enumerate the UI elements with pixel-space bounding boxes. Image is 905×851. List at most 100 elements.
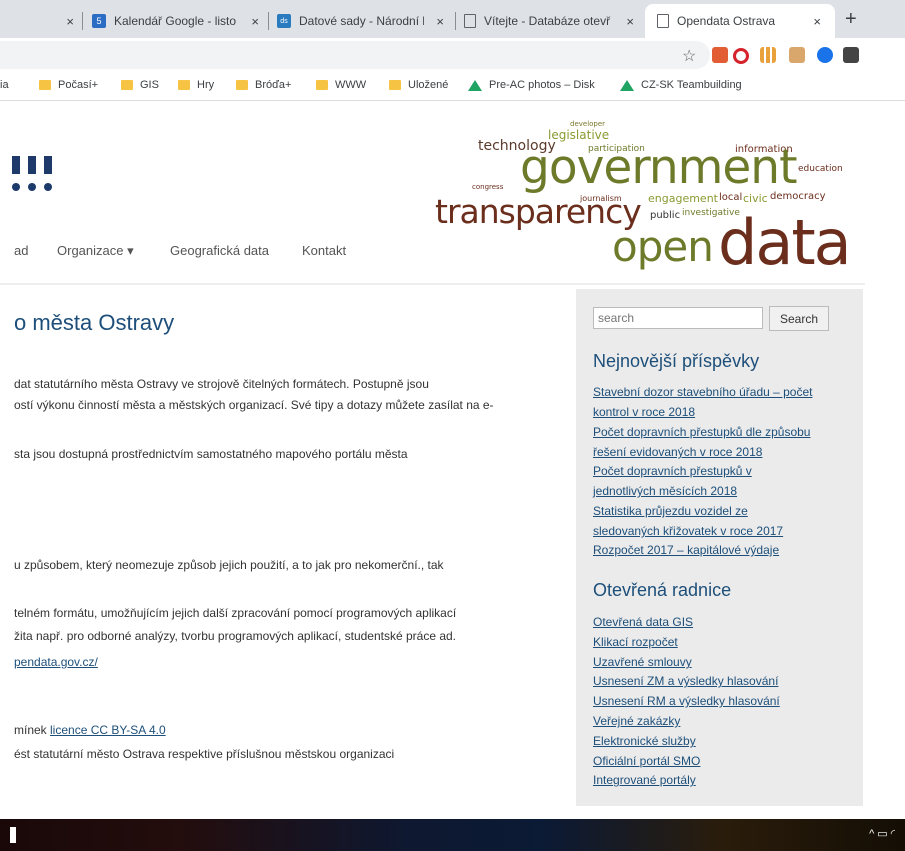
wordcloud-word: democracy bbox=[770, 191, 826, 202]
recent-posts-heading: Nejnovější příspěvky bbox=[593, 351, 760, 371]
licence-link[interactable]: licence CC BY-SA 4.0 bbox=[50, 723, 166, 737]
bookmark-label: Hry bbox=[197, 79, 215, 91]
open-city-hall-link[interactable]: Klikací rozpočet bbox=[593, 635, 678, 649]
extension-icon[interactable] bbox=[712, 47, 728, 63]
calendar-icon: 5 bbox=[92, 14, 106, 28]
nav-item-contact[interactable]: Kontakt bbox=[302, 243, 346, 258]
tab-title: Opendata Ostrava bbox=[677, 14, 776, 28]
open-city-hall-link[interactable]: Veřejné zakázky bbox=[593, 714, 680, 728]
opendata-link-row: pendata.gov.cz/ bbox=[14, 655, 98, 669]
wordcloud-word: local bbox=[719, 192, 743, 203]
search-input[interactable] bbox=[593, 307, 763, 329]
wordcloud-word: government bbox=[520, 140, 798, 195]
open-city-hall-link[interactable]: Oficiální portál SMO bbox=[593, 754, 700, 768]
wordcloud-word: education bbox=[798, 164, 843, 174]
extension-icon[interactable] bbox=[789, 47, 805, 63]
tab-datasets[interactable]: ds Datové sady - Národní k × bbox=[277, 4, 452, 38]
apps-grid-icon[interactable] bbox=[760, 47, 776, 63]
recent-post-link[interactable]: jednotlivých měsících 2018 bbox=[593, 484, 737, 498]
bookmarks-bar: ia Počasí+ GIS Hry Bróďa+ WWW Uložené Pr… bbox=[0, 72, 905, 101]
logo-dot bbox=[44, 183, 52, 191]
close-icon[interactable]: × bbox=[436, 14, 444, 29]
recent-post-link[interactable]: sledovaných křižovatek v roce 2017 bbox=[593, 524, 783, 538]
bookmark-star-icon[interactable]: ☆ bbox=[682, 46, 696, 66]
close-icon[interactable]: × bbox=[66, 14, 74, 29]
open-city-hall-link[interactable]: Uzavřené smlouvy bbox=[593, 655, 692, 669]
tab-opendata-ostrava[interactable]: Opendata Ostrava × bbox=[645, 4, 835, 38]
wordcloud-word: developer bbox=[570, 120, 606, 128]
close-icon[interactable]: × bbox=[251, 14, 259, 29]
tab-welcome-database[interactable]: Vítejte - Databáze otevř × bbox=[464, 4, 642, 38]
bookmark-folder[interactable]: Bróďa+ bbox=[236, 79, 291, 91]
bookmark-label: Bróďa+ bbox=[255, 79, 292, 91]
open-city-hall-link[interactable]: Otevřená data GIS bbox=[593, 615, 693, 629]
license-text: u způsobem, který neomezuje způsob jejic… bbox=[14, 558, 444, 572]
wordcloud-word: public bbox=[650, 210, 681, 221]
folder-icon bbox=[121, 80, 133, 90]
bookmark-label: Uložené bbox=[408, 79, 449, 91]
nav-item-partial[interactable]: ad bbox=[14, 243, 28, 258]
nav-item-organizations[interactable]: Organizace ▾ bbox=[57, 243, 134, 259]
bookmark-drive[interactable]: CZ-SK Teambuilding bbox=[620, 79, 742, 91]
intro-text: dat statutárního města Ostravy ve strojo… bbox=[14, 377, 429, 391]
usage-text: žita např. pro odborné analýzy, tvorbu p… bbox=[14, 629, 457, 643]
bookmark-label: Počasí+ bbox=[58, 79, 99, 91]
wordcloud-word: transparency bbox=[435, 192, 642, 231]
bookmark-folder[interactable]: GIS bbox=[121, 79, 159, 91]
wordcloud-word: open bbox=[612, 222, 714, 271]
recent-post-link[interactable]: Rozpočet 2017 – kapitálové výdaje bbox=[593, 543, 779, 557]
page-icon bbox=[657, 14, 669, 28]
recent-post-link[interactable]: Stavební dozor stavebního úřadu – počet bbox=[593, 385, 813, 399]
bookmark-drive[interactable]: Pre-AC photos – Disk bbox=[468, 79, 595, 91]
bookmark-label: GIS bbox=[140, 79, 159, 91]
nav-divider bbox=[0, 283, 865, 285]
nav-item-geographic-data[interactable]: Geografická data bbox=[170, 243, 269, 258]
recent-post-link[interactable]: Statistika průjezdu vozidel ze bbox=[593, 504, 748, 518]
tab-google-calendar[interactable]: 5 Kalendář Google - listo × bbox=[92, 4, 267, 38]
open-city-hall-link[interactable]: Usnesení RM a výsledky hlasování bbox=[593, 694, 780, 708]
tab-separator bbox=[268, 12, 269, 30]
open-city-hall-link[interactable]: Integrované portály bbox=[593, 773, 696, 787]
page-icon bbox=[464, 14, 476, 28]
recent-post-link[interactable]: řešení evidovaných v roce 2018 bbox=[593, 445, 762, 459]
opendata-gov-link[interactable]: pendata.gov.cz/ bbox=[14, 655, 98, 669]
tab-title: Vítejte - Databáze otevř bbox=[484, 14, 611, 28]
system-tray[interactable]: ^ ▭ ◜ bbox=[869, 827, 895, 840]
sidebar: Search Nejnovější příspěvky Stavební doz… bbox=[576, 289, 863, 806]
sync-icon[interactable] bbox=[817, 47, 833, 63]
bookmark-label: ia bbox=[0, 79, 9, 91]
recent-post-link[interactable]: Počet dopravních přestupků dle způsobu bbox=[593, 425, 810, 439]
tab-separator bbox=[82, 12, 83, 30]
extension-icon[interactable] bbox=[843, 47, 859, 63]
logo-bar bbox=[28, 156, 36, 174]
gis-text: sta jsou dostupná prostřednictvím samost… bbox=[14, 447, 408, 461]
close-icon[interactable]: × bbox=[813, 14, 821, 29]
recent-post-link[interactable]: kontrol v roce 2018 bbox=[593, 405, 695, 419]
bookmark-folder[interactable]: Hry bbox=[178, 79, 214, 91]
open-city-hall-link[interactable]: Elektronické služby bbox=[593, 734, 696, 748]
tab-partial[interactable]: × bbox=[0, 4, 80, 38]
bookmark-item[interactable]: ia bbox=[0, 79, 9, 91]
tab-separator bbox=[455, 12, 456, 30]
browser-toolbar: ☆ bbox=[0, 38, 905, 72]
format-text: telném formátu, umožňujícím jejich další… bbox=[14, 606, 457, 620]
bookmark-label: CZ-SK Teambuilding bbox=[641, 79, 742, 91]
search-button[interactable]: Search bbox=[769, 306, 829, 331]
bookmark-folder[interactable]: WWW bbox=[316, 79, 366, 91]
google-drive-icon bbox=[468, 79, 482, 91]
new-tab-button[interactable]: + bbox=[845, 8, 857, 31]
bookmark-folder[interactable]: Počasí+ bbox=[39, 79, 98, 91]
os-taskbar: ^ ▭ ◜ bbox=[0, 819, 905, 851]
intro-text: ostí výkonu činností města a městských o… bbox=[14, 398, 494, 412]
opera-icon[interactable] bbox=[733, 48, 749, 64]
logo-bar bbox=[44, 156, 52, 174]
open-city-hall-link[interactable]: Usnesení ZM a výsledky hlasování bbox=[593, 674, 778, 688]
bookmark-folder[interactable]: Uložené bbox=[389, 79, 448, 91]
browser-tab-strip: × 5 Kalendář Google - listo × ds Datové … bbox=[0, 0, 905, 38]
tab-title: Kalendář Google - listo bbox=[114, 14, 237, 28]
taskbar-app-icon[interactable] bbox=[10, 827, 16, 843]
address-bar[interactable] bbox=[0, 41, 710, 69]
bookmark-label: Pre-AC photos – Disk bbox=[489, 79, 595, 91]
close-icon[interactable]: × bbox=[626, 14, 634, 29]
recent-post-link[interactable]: Počet dopravních přestupků v bbox=[593, 464, 752, 478]
